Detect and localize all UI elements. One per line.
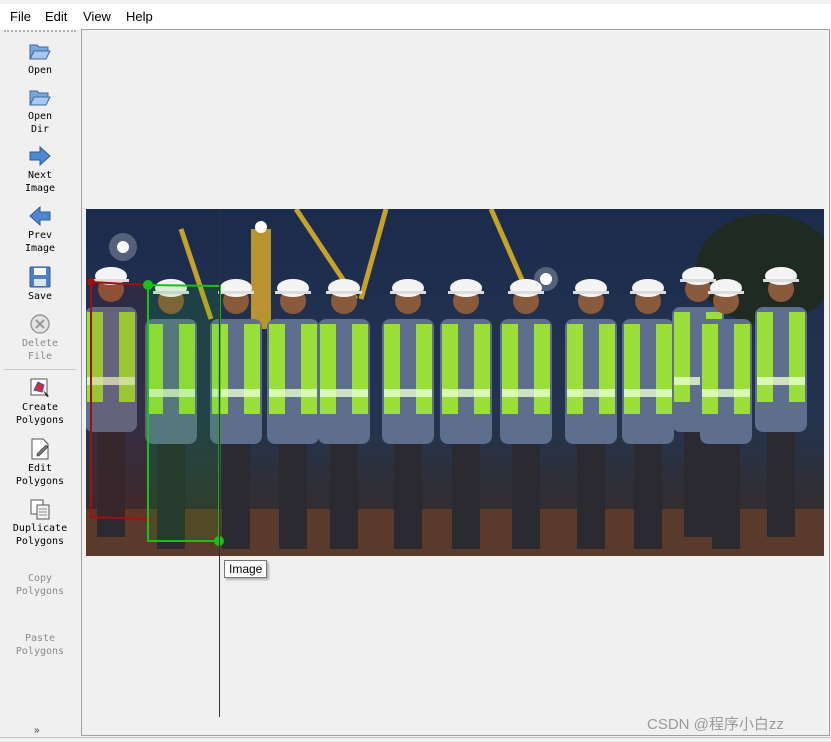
polygon-green[interactable] — [143, 280, 224, 546]
watermark: CSDN @程序小白zz — [647, 716, 784, 733]
crosshair-cursor-line — [219, 209, 220, 717]
canvas-tooltip: Image — [224, 560, 268, 578]
polygon-vertex[interactable] — [87, 278, 95, 286]
status-divider — [0, 737, 831, 738]
polygon-red[interactable] — [87, 278, 151, 522]
polygon-vertex[interactable] — [143, 280, 153, 290]
annotation-overlay — [87, 278, 224, 546]
